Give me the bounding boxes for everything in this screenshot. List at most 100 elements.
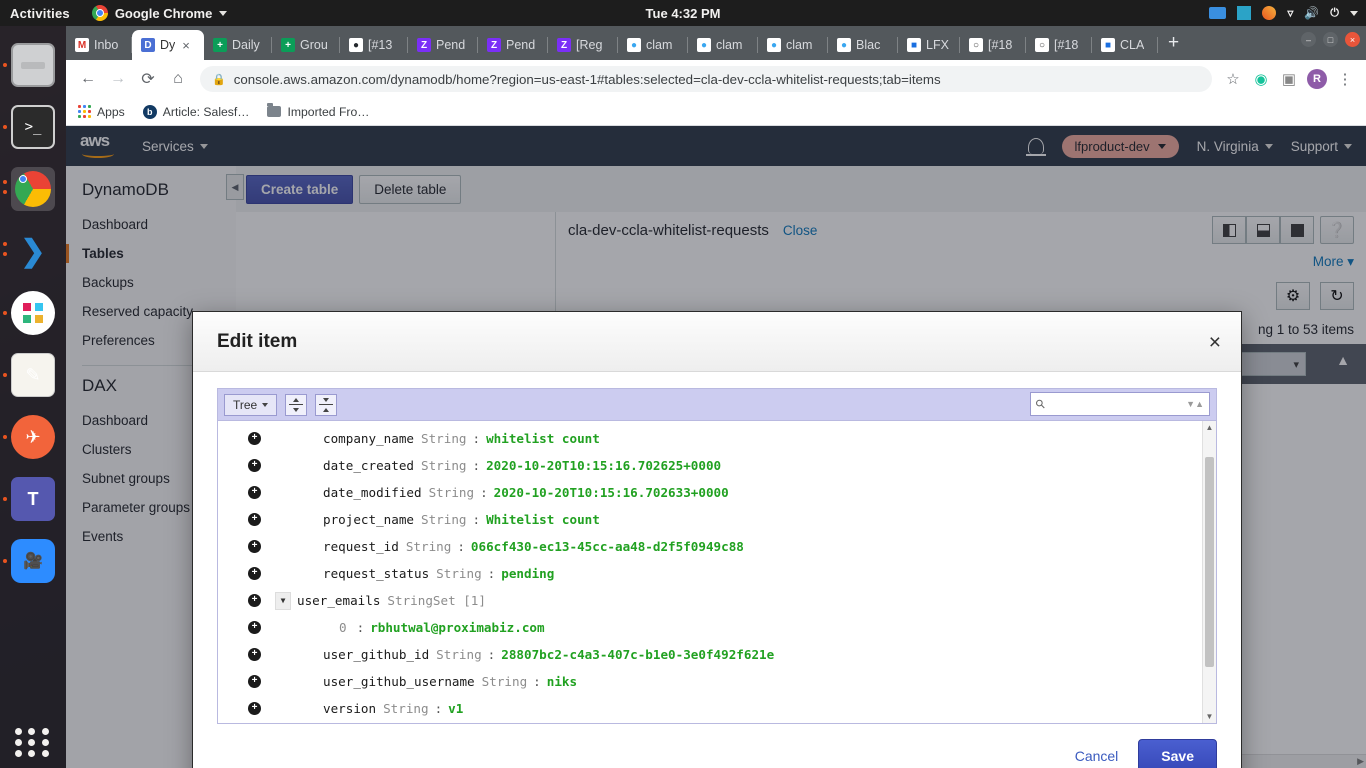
scroll-up-icon[interactable]: ▲ — [1203, 421, 1216, 434]
attribute-row-expandable[interactable]: + ▼ user_emails StringSet [1] — [218, 587, 1202, 614]
add-attribute-icon[interactable]: + — [248, 432, 261, 446]
close-icon[interactable]: × — [182, 38, 190, 53]
save-button[interactable]: Save — [1138, 739, 1217, 768]
attribute-value[interactable]: rbhutwal@proximabiz.com — [370, 620, 544, 635]
attribute-value[interactable]: whitelist count — [486, 431, 600, 446]
dock-item-teams[interactable]: T — [0, 468, 66, 530]
browser-tab[interactable]: + Grou — [272, 30, 340, 60]
forward-icon[interactable]: → — [104, 65, 132, 93]
browser-tab[interactable]: M Inbo — [66, 30, 132, 60]
power-icon[interactable]: ⏻ — [1330, 7, 1339, 20]
browser-tab[interactable]: ■ LFX — [898, 30, 960, 60]
browser-tab[interactable]: Z [Reg — [548, 30, 618, 60]
browser-tab[interactable]: ● [#13 — [340, 30, 408, 60]
dropbox-icon[interactable] — [1237, 6, 1252, 20]
profile-avatar[interactable]: R — [1304, 66, 1330, 92]
attribute-row[interactable]: + project_name String : Whitelist count — [218, 506, 1202, 533]
dock-item-notes[interactable]: ✎ — [0, 344, 66, 406]
attribute-value[interactable]: 2020-10-20T10:15:16.702633+0000 — [494, 485, 729, 500]
dock-item-vscode[interactable]: ❯ — [0, 220, 66, 282]
add-attribute-icon[interactable]: + — [248, 594, 261, 608]
attribute-value[interactable]: v1 — [448, 701, 463, 716]
active-app-menu[interactable]: Google Chrome — [91, 5, 228, 21]
add-attribute-icon[interactable]: + — [248, 621, 261, 635]
attribute-row[interactable]: + company_name String : whitelist count — [218, 425, 1202, 452]
attribute-row[interactable]: + user_github_username String : niks — [218, 668, 1202, 695]
bookmark-article[interactable]: b Article: Salesf… — [142, 104, 249, 119]
grammarly-icon[interactable]: ◉ — [1248, 66, 1274, 92]
activities-button[interactable]: Activities — [10, 6, 70, 21]
screencast-icon[interactable] — [1209, 7, 1227, 19]
attribute-child-row[interactable]: + 0 : rbhutwal@proximabiz.com — [218, 614, 1202, 641]
attribute-row[interactable]: + date_modified String : 2020-10-20T10:1… — [218, 479, 1202, 506]
dock-item-postman[interactable]: ✈ — [0, 406, 66, 468]
close-button[interactable]: × — [1345, 32, 1360, 47]
wifi-icon[interactable]: ▿ — [1287, 6, 1293, 20]
add-attribute-icon[interactable]: + — [248, 540, 261, 554]
attribute-row[interactable]: + version String : v1 — [218, 695, 1202, 722]
bookmark-apps[interactable]: Apps — [78, 105, 125, 119]
search-nav-icons[interactable]: ▼▲ — [1186, 399, 1204, 409]
volume-icon[interactable]: 🔊 — [1304, 6, 1319, 20]
dock-item-slack[interactable] — [0, 282, 66, 344]
address-bar[interactable]: 🔒 console.aws.amazon.com/dynamodb/home?r… — [200, 66, 1212, 92]
attribute-row[interactable]: + date_created String : 2020-10-20T10:15… — [218, 452, 1202, 479]
extension-icon[interactable]: ▣ — [1276, 66, 1302, 92]
bookmark-star-icon[interactable]: ☆ — [1220, 66, 1246, 92]
show-applications-button[interactable] — [15, 728, 51, 757]
add-attribute-icon[interactable]: + — [248, 459, 261, 473]
browser-tab-active[interactable]: D Dy × — [132, 30, 204, 60]
dock-item-zoom[interactable]: 🎥 — [0, 530, 66, 592]
browser-tab[interactable]: ○ [#18 — [960, 30, 1026, 60]
attribute-value[interactable]: Whitelist count — [486, 512, 600, 527]
dock-item-terminal[interactable]: >_ — [0, 96, 66, 158]
add-attribute-icon[interactable]: + — [248, 702, 261, 716]
browser-tab[interactable]: ● clam — [618, 30, 688, 60]
apps-tray-icon[interactable] — [1262, 6, 1277, 20]
dock-item-chrome[interactable] — [0, 158, 66, 220]
add-attribute-icon[interactable]: + — [248, 567, 261, 581]
scroll-down-icon[interactable]: ▼ — [1203, 710, 1216, 723]
close-icon[interactable]: × — [1209, 332, 1221, 353]
reload-icon[interactable]: ⟳ — [134, 65, 162, 93]
vertical-scrollbar[interactable]: ▲ ▼ — [1202, 421, 1216, 724]
browser-tab[interactable]: ■ CLA — [1092, 30, 1158, 60]
collapse-all-button[interactable] — [315, 393, 338, 416]
browser-tab[interactable]: Z Pend — [478, 30, 548, 60]
browser-tab[interactable]: ● Blac — [828, 30, 898, 60]
add-attribute-icon[interactable]: + — [248, 486, 261, 500]
back-icon[interactable]: ← — [74, 65, 102, 93]
attribute-row[interactable]: + request_id String : 066cf430-ec13-45cc… — [218, 533, 1202, 560]
browser-tab[interactable]: ● clam — [758, 30, 828, 60]
add-attribute-icon[interactable]: + — [248, 513, 261, 527]
browser-tab[interactable]: ○ [#18 — [1026, 30, 1092, 60]
attribute-row[interactable]: + request_status String : pending — [218, 560, 1202, 587]
cancel-button[interactable]: Cancel — [1075, 748, 1119, 764]
clock[interactable]: Tue 4:32 PM — [646, 6, 721, 21]
search-field[interactable] — [1048, 397, 1183, 412]
bookmark-imported-folder[interactable]: Imported Fro… — [267, 103, 369, 119]
home-icon[interactable]: ⌂ — [164, 65, 192, 93]
view-mode-select[interactable]: Tree — [224, 393, 278, 416]
new-tab-button[interactable]: + — [1158, 30, 1189, 60]
browser-tab[interactable]: ● clam — [688, 30, 758, 60]
attribute-value[interactable]: 28807bc2-c4a3-407c-b1e0-3e0f492f621e — [501, 647, 774, 662]
attribute-value[interactable]: niks — [547, 674, 577, 689]
add-attribute-icon[interactable]: + — [248, 648, 261, 662]
minimize-button[interactable]: – — [1301, 32, 1316, 47]
attribute-row[interactable]: + user_github_id String : 28807bc2-c4a3-… — [218, 641, 1202, 668]
tray-chevron-down-icon[interactable] — [1350, 10, 1358, 16]
attribute-value[interactable]: pending — [501, 566, 554, 581]
add-attribute-icon[interactable]: + — [248, 675, 261, 689]
browser-tab[interactable]: Z Pend — [408, 30, 478, 60]
expand-all-button[interactable] — [285, 393, 308, 416]
maximize-button[interactable]: □ — [1323, 32, 1338, 47]
search-input[interactable]: ⚲ ▼▲ — [1030, 392, 1210, 417]
browser-tab[interactable]: + Daily — [204, 30, 272, 60]
attribute-value[interactable]: 066cf430-ec13-45cc-aa48-d2f5f0949c88 — [471, 539, 744, 554]
scrollbar-thumb[interactable] — [1205, 457, 1214, 668]
attribute-value[interactable]: 2020-10-20T10:15:16.702625+0000 — [486, 458, 721, 473]
chrome-menu-icon[interactable]: ⋮ — [1332, 66, 1358, 92]
dock-item-files[interactable] — [0, 34, 66, 96]
chevron-down-icon[interactable]: ▼ — [275, 591, 291, 610]
